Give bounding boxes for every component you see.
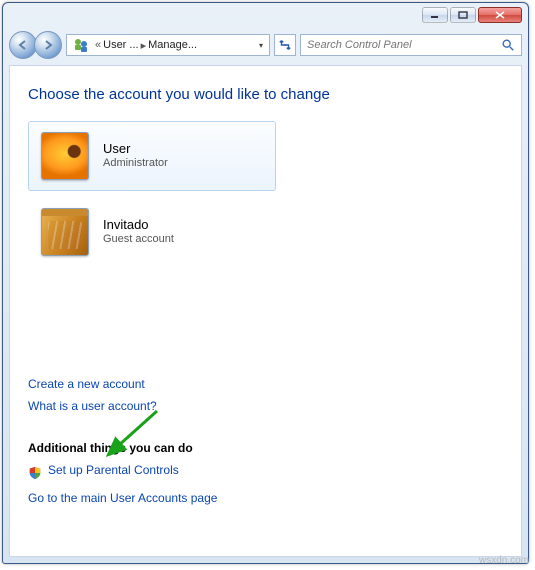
user-accounts-icon: [73, 37, 89, 53]
maximize-button[interactable]: [450, 7, 476, 23]
create-account-link[interactable]: Create a new account: [28, 377, 145, 391]
nav-buttons: [9, 31, 62, 59]
account-card-guest[interactable]: Invitado Guest account: [28, 197, 276, 267]
back-button[interactable]: [9, 31, 37, 59]
maximize-icon: [458, 11, 468, 19]
breadcrumb-item[interactable]: Manage...: [148, 39, 197, 51]
account-card-user[interactable]: User Administrator: [28, 121, 276, 191]
refresh-button[interactable]: [274, 34, 296, 56]
titlebar: [3, 3, 528, 29]
parental-controls-link[interactable]: Set up Parental Controls: [48, 463, 179, 477]
account-role: Administrator: [103, 157, 168, 171]
refresh-icon: [278, 38, 292, 52]
forward-arrow-icon: [42, 39, 54, 51]
parental-controls-row: Set up Parental Controls: [28, 463, 503, 483]
breadcrumb-sep-icon: «: [95, 39, 101, 51]
avatar: [41, 208, 89, 256]
main-accounts-link[interactable]: Go to the main User Accounts page: [28, 491, 217, 505]
breadcrumb-item[interactable]: User ...: [103, 39, 138, 51]
minimize-icon: [430, 11, 440, 19]
account-info: User Administrator: [103, 141, 168, 171]
address-dropdown-icon[interactable]: ▾: [255, 41, 267, 50]
close-icon: [495, 11, 505, 19]
close-button[interactable]: [478, 7, 522, 23]
page-title: Choose the account you would like to cha…: [28, 86, 503, 103]
breadcrumb-arrow-icon: ▸: [141, 39, 147, 52]
account-list: User Administrator Invitado Guest accoun…: [28, 121, 503, 267]
additional-heading: Additional things you can do: [28, 441, 503, 455]
watermark: wsxdn.com: [479, 555, 529, 566]
search-icon: [501, 38, 515, 52]
control-panel-window: « User ... ▸ Manage... ▾ Choose the acc: [2, 2, 529, 564]
account-info: Invitado Guest account: [103, 217, 174, 247]
what-is-account-link[interactable]: What is a user account?: [28, 399, 157, 413]
shield-icon: [28, 466, 42, 480]
account-role: Guest account: [103, 233, 174, 247]
navbar: « User ... ▸ Manage... ▾: [3, 29, 528, 61]
address-bar[interactable]: « User ... ▸ Manage... ▾: [66, 34, 270, 56]
account-name: Invitado: [103, 217, 174, 233]
primary-links: Create a new account What is a user acco…: [28, 375, 503, 419]
back-arrow-icon: [17, 39, 29, 51]
account-name: User: [103, 141, 168, 157]
forward-button[interactable]: [34, 31, 62, 59]
minimize-button[interactable]: [422, 7, 448, 23]
search-input[interactable]: [307, 39, 501, 51]
content-pane: Choose the account you would like to cha…: [9, 65, 522, 557]
content-inner: Choose the account you would like to cha…: [10, 66, 521, 525]
search-box[interactable]: [300, 34, 522, 56]
additional-section: Additional things you can do Set up Pare…: [28, 441, 503, 511]
avatar: [41, 132, 89, 180]
